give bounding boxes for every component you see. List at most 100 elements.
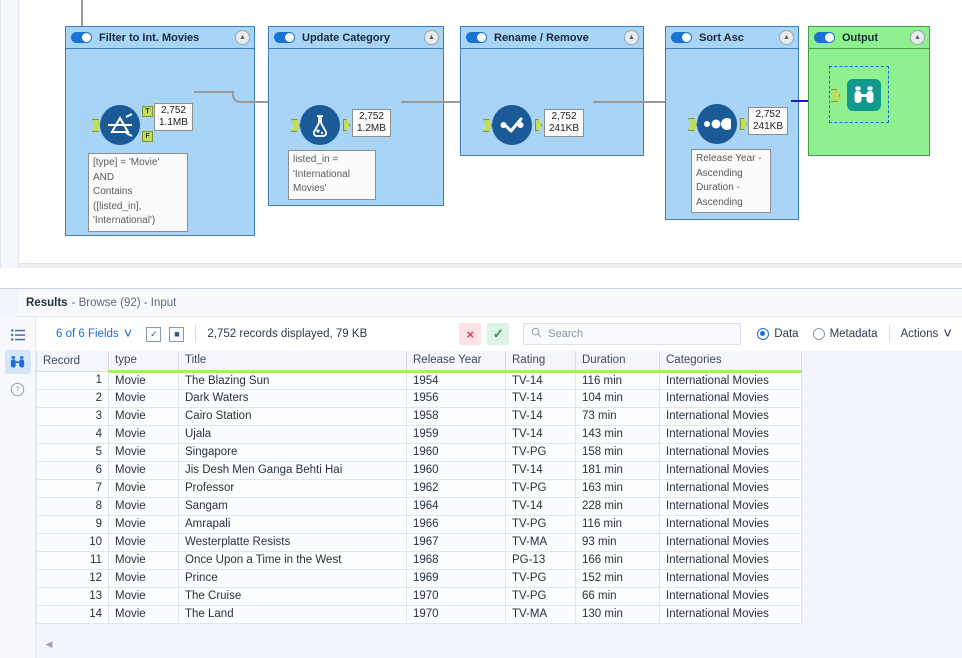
deselect-all-icon[interactable]: ■: [169, 326, 185, 342]
container-title-sort-asc: Sort Asc: [699, 31, 744, 44]
results-titlebar: Results - Browse (92) - Input: [18, 289, 962, 317]
table-row[interactable]: 2 Movie Dark Waters 1956 TV-14 104 min Interna…: [36, 388, 802, 408]
table-row[interactable]: 8 Movie Sangam 1964 TV-14 228 min Internationa…: [36, 496, 802, 516]
scroll-left-arrow-icon[interactable]: ◀: [42, 637, 56, 651]
table-cell: International Movies: [659, 514, 802, 534]
browse-icon[interactable]: [4, 350, 31, 374]
rename-remove-output-anchor[interactable]: [535, 119, 542, 131]
sort-asc-output-anchor[interactable]: [740, 118, 747, 130]
table-column-header[interactable]: type: [108, 351, 179, 373]
rename-remove-input-anchor[interactable]: [483, 119, 492, 132]
browse-tool-icon[interactable]: [847, 79, 881, 111]
list-icon[interactable]: [5, 323, 31, 347]
table-cell: 1968: [406, 550, 506, 570]
collapse-icon-filter[interactable]: ▲: [235, 30, 250, 45]
workflow-canvas[interactable]: Filter to Int. Movies ▲ T F 2,752 1.1MB …: [0, 0, 962, 268]
container-toggle-filter[interactable]: [71, 32, 92, 43]
table-row[interactable]: 4 Movie Ujala 1959 TV-14 143 min International…: [36, 424, 802, 444]
select-tool-icon[interactable]: [492, 105, 532, 145]
results-table-container[interactable]: Record type Title Release Year Rating Duratio…: [36, 351, 962, 631]
help-icon[interactable]: ?: [5, 377, 31, 401]
canvas-left-gutter: [1, 0, 19, 268]
container-update-category[interactable]: Update Category ▲ 2,752 1.2MB listed_in …: [268, 26, 444, 206]
table-row[interactable]: 13 Movie The Cruise 1970 TV-PG 66 min Internat…: [36, 586, 802, 606]
view-option-metadata[interactable]: Metadata: [812, 328, 878, 340]
table-column-header[interactable]: Rating: [505, 351, 576, 373]
cancel-button[interactable]: ×: [459, 323, 482, 345]
container-toggle-output[interactable]: [814, 32, 835, 43]
collapse-icon-update-category[interactable]: ▲: [424, 30, 439, 45]
table-row[interactable]: 11 Movie Once Upon a Time in the West 1968 P…: [36, 550, 802, 570]
table-row[interactable]: 3 Movie Cairo Station 1958 TV-14 73 min Intern…: [36, 406, 802, 426]
filter-false-anchor[interactable]: F: [142, 131, 153, 142]
fields-selector[interactable]: 6 of 6 Fields ˅: [56, 326, 132, 341]
table-cell: Amrapali: [178, 514, 407, 534]
table-row[interactable]: 9 Movie Amrapali 1966 TV-PG 116 min Internatio…: [36, 514, 802, 534]
container-toggle-rename-remove[interactable]: [466, 32, 487, 43]
search-placeholder: Search: [548, 328, 584, 340]
container-header-sort-asc[interactable]: Sort Asc ▲: [666, 27, 798, 49]
container-header-update-category[interactable]: Update Category ▲: [269, 27, 443, 49]
table-cell: Movie: [108, 604, 179, 624]
container-header-filter[interactable]: Filter to Int. Movies ▲: [66, 27, 254, 49]
table-row[interactable]: 5 Movie Singapore 1960 TV-PG 158 min Internati…: [36, 442, 802, 462]
table-cell: Movie: [108, 478, 179, 498]
formula-tool-icon[interactable]: [300, 105, 340, 145]
table-cell: TV-PG: [505, 568, 576, 588]
rename-remove-stats-size: 241KB: [549, 122, 580, 134]
container-header-output[interactable]: Output ▲: [809, 27, 929, 49]
table-cell: Cairo Station: [178, 406, 407, 426]
actions-menu[interactable]: Actions ˅: [901, 326, 952, 341]
search-input[interactable]: Search: [523, 323, 742, 345]
collapse-icon-sort-asc[interactable]: ▲: [779, 30, 794, 45]
radio-metadata-icon: [812, 328, 825, 340]
update-category-output-anchor[interactable]: [343, 119, 350, 131]
table-cell: 158 min: [575, 442, 660, 462]
update-category-input-anchor[interactable]: [291, 119, 300, 132]
table-cell: 6: [36, 460, 109, 480]
radio-data-icon: [757, 328, 770, 340]
table-cell: 1967: [406, 532, 506, 552]
table-row[interactable]: 12 Movie Prince 1969 TV-PG 152 min Internation…: [36, 568, 802, 588]
table-column-header[interactable]: Title: [178, 351, 407, 373]
container-filter[interactable]: Filter to Int. Movies ▲ T F 2,752 1.1MB …: [65, 26, 255, 236]
table-cell: 163 min: [575, 478, 660, 498]
results-horizontal-scrollbar[interactable]: ◀: [36, 631, 962, 658]
container-toggle-sort-asc[interactable]: [671, 32, 692, 43]
table-row[interactable]: 7 Movie Professor 1962 TV-PG 163 min Internati…: [36, 478, 802, 498]
update-category-stats-tooltip: 2,752 1.2MB: [352, 109, 391, 137]
filter-tool-icon[interactable]: [100, 105, 140, 145]
sort-tool-icon[interactable]: [697, 104, 737, 144]
select-all-checkbox-icon[interactable]: ✓: [146, 326, 162, 342]
table-column-header[interactable]: Release Year: [406, 351, 506, 373]
container-header-rename-remove[interactable]: Rename / Remove ▲: [461, 27, 643, 49]
table-cell: International Movies: [659, 370, 802, 390]
view-option-data[interactable]: Data: [757, 328, 799, 340]
table-row[interactable]: 10 Movie Westerplatte Resists 1967 TV-MA 93 m…: [36, 532, 802, 552]
table-cell: 152 min: [575, 568, 660, 588]
table-row[interactable]: 6 Movie Jis Desh Men Ganga Behti Hai 1960 TV…: [36, 460, 802, 480]
confirm-button[interactable]: ✓: [487, 323, 510, 345]
collapse-icon-output[interactable]: ▲: [910, 30, 925, 45]
table-row[interactable]: 1 Movie The Blazing Sun 1954 TV-14 116 min Int…: [36, 370, 802, 390]
table-cell: TV-MA: [505, 604, 576, 624]
canvas-horizontal-scrollbar[interactable]: [19, 263, 962, 268]
sort-asc-input-anchor[interactable]: [688, 118, 697, 131]
wire-filter-to-update: [194, 91, 234, 93]
table-cell: 5: [36, 442, 109, 462]
table-column-header[interactable]: Record: [36, 351, 109, 372]
table-column-header[interactable]: Categories: [659, 351, 802, 373]
table-cell: Professor: [178, 478, 407, 498]
filter-true-anchor[interactable]: T: [142, 106, 153, 117]
table-column-header[interactable]: Duration: [575, 351, 660, 373]
table-row[interactable]: 14 Movie The Land 1970 TV-MA 130 min Internati…: [36, 604, 802, 624]
sort-asc-stats-size: 241KB: [753, 120, 784, 132]
table-cell: 1954: [406, 370, 506, 390]
container-output[interactable]: Output ▲: [808, 26, 930, 156]
table-cell: Movie: [108, 460, 179, 480]
container-sort-asc[interactable]: Sort Asc ▲ 2,752 241KB Release Year - As…: [665, 26, 799, 220]
table-cell: TV-14: [505, 388, 576, 408]
container-toggle-update-category[interactable]: [274, 32, 295, 43]
container-rename-remove[interactable]: Rename / Remove ▲ 2,752 241KB: [460, 26, 644, 156]
collapse-icon-rename-remove[interactable]: ▲: [624, 30, 639, 45]
